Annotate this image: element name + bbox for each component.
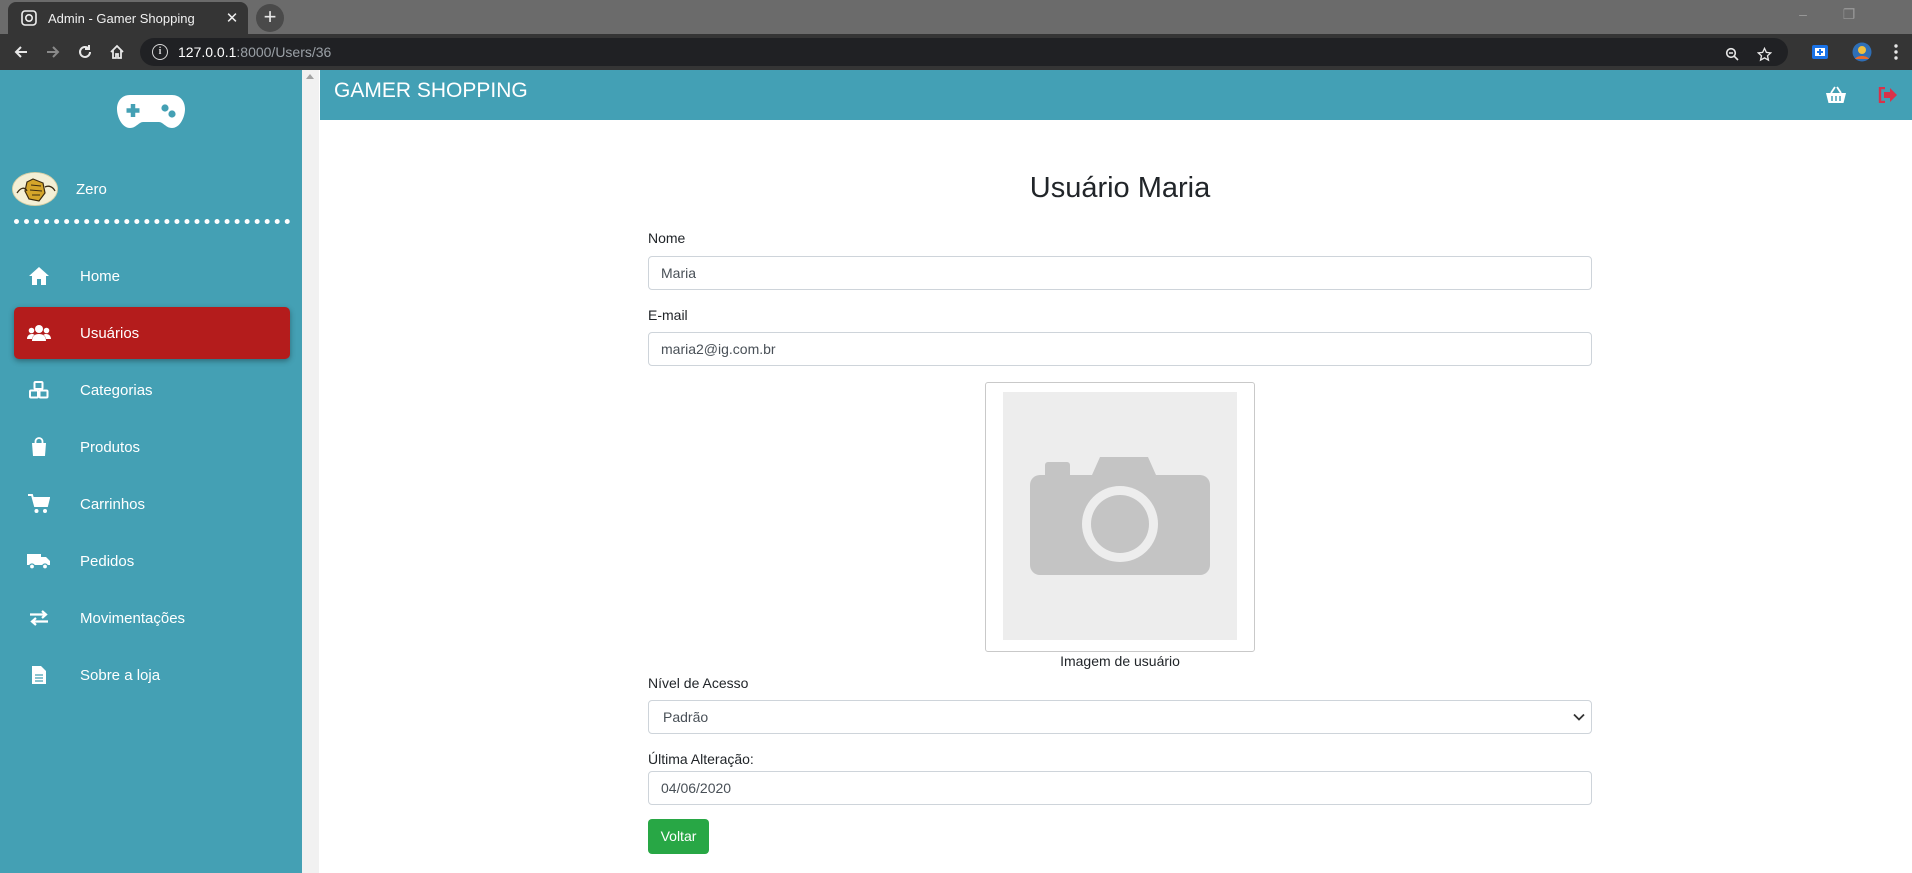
sidebar-item-label: Movimentações <box>80 609 186 627</box>
divider <box>14 219 290 224</box>
image-placeholder <box>1003 392 1237 640</box>
url-host: 127.0.0.1 <box>178 44 237 60</box>
shopping-bag-icon <box>26 436 52 458</box>
image-caption: Imagem de usuário <box>1060 653 1180 669</box>
browser-tab[interactable]: Admin - Gamer Shopping ✕ <box>8 2 248 34</box>
url-path: :8000/Users/36 <box>236 44 332 60</box>
sidebar-item-home[interactable]: Home <box>14 250 290 302</box>
profile-name: Zero <box>76 180 107 198</box>
name-field[interactable]: Maria <box>648 256 1592 290</box>
sidebar-item-label: Sobre a loja <box>80 666 161 684</box>
basket-icon[interactable] <box>1824 84 1848 106</box>
last-updated-label: Última Alteração: <box>648 751 754 767</box>
user-image-frame[interactable] <box>985 382 1255 652</box>
back-arrow-icon[interactable] <box>10 41 32 63</box>
users-icon <box>26 322 52 344</box>
browser-toolbar: i 127.0.0.1:8000/Users/36 <box>0 34 1912 70</box>
email-field[interactable]: maria2@ig.com.br <box>648 332 1592 366</box>
sidebar-item-sobre[interactable]: Sobre a loja <box>14 649 290 701</box>
sidebar-item-produtos[interactable]: Produtos <box>14 421 290 473</box>
exchange-icon <box>26 607 52 629</box>
email-label: E-mail <box>648 307 688 323</box>
chevron-down-icon <box>1573 701 1585 733</box>
sidebar-item-categorias[interactable]: Categorias <box>14 364 290 416</box>
tab-close-icon[interactable]: ✕ <box>222 9 242 27</box>
extension-icon[interactable] <box>1810 42 1830 62</box>
brand-title[interactable]: GAMER SHOPPING <box>334 79 528 103</box>
page-title: Usuário Maria <box>1029 172 1211 204</box>
sidebar-menu: Home Usuários Categorias Produtos Carrin… <box>14 250 290 706</box>
truck-icon <box>26 550 52 572</box>
forward-arrow-icon[interactable] <box>42 41 64 63</box>
gamepad-logo-icon[interactable] <box>116 92 186 135</box>
sidebar-item-label: Home <box>80 267 121 285</box>
sidebar-item-label: Categorias <box>80 381 153 399</box>
sidebar-item-carrinhos[interactable]: Carrinhos <box>14 478 290 530</box>
bookmark-star-icon[interactable] <box>1754 44 1774 64</box>
last-updated-field[interactable]: 04/06/2020 <box>648 771 1592 805</box>
boxes-icon <box>26 379 52 401</box>
avatar <box>12 172 58 206</box>
access-level-label: Nível de Acesso <box>648 675 749 691</box>
browser-tabstrip: Admin - Gamer Shopping ✕ + – ❐ <box>0 0 1912 34</box>
name-label: Nome <box>648 230 686 246</box>
sign-out-icon[interactable] <box>1876 84 1900 106</box>
main-content: Usuário Maria Nome Maria E-mail maria2@i… <box>320 120 1912 873</box>
sidebar-item-usuarios[interactable]: Usuários <box>14 307 290 359</box>
camera-icon <box>1030 457 1210 575</box>
access-level-select[interactable]: Padrão <box>648 700 1592 734</box>
sidebar: Zero Home Usuários Categorias Produtos C… <box>0 70 302 873</box>
sidebar-item-pedidos[interactable]: Pedidos <box>14 535 290 587</box>
home-browser-icon[interactable] <box>106 41 128 63</box>
sidebar-item-label: Pedidos <box>80 552 135 570</box>
user-profile[interactable]: Zero <box>12 172 107 206</box>
cart-icon <box>26 493 52 515</box>
profile-avatar-icon[interactable] <box>1852 42 1872 62</box>
top-header: GAMER SHOPPING <box>320 70 1912 120</box>
access-level-value: Padrão <box>663 709 709 725</box>
restore-button[interactable]: ❐ <box>1826 6 1872 23</box>
sidebar-item-label: Carrinhos <box>80 495 146 513</box>
address-bar[interactable]: i 127.0.0.1:8000/Users/36 <box>140 38 1788 66</box>
sidebar-item-movimentacoes[interactable]: Movimentações <box>14 592 290 644</box>
gamepad-favicon-icon <box>20 9 38 27</box>
home-icon <box>26 265 52 287</box>
file-icon <box>26 664 52 686</box>
zoom-icon[interactable] <box>1722 44 1742 64</box>
new-tab-button[interactable]: + <box>256 4 284 32</box>
minimize-button[interactable]: – <box>1780 6 1826 22</box>
sidebar-item-label: Produtos <box>80 438 141 456</box>
tab-title: Admin - Gamer Shopping <box>48 10 195 26</box>
reload-icon[interactable] <box>74 41 96 63</box>
back-button[interactable]: Voltar <box>648 819 709 854</box>
menu-kebab-icon[interactable] <box>1886 42 1906 62</box>
sidebar-scrollbar[interactable] <box>302 70 319 873</box>
sidebar-item-label: Usuários <box>80 324 140 342</box>
scroll-up-arrow-icon[interactable] <box>306 74 314 79</box>
url-text: 127.0.0.1:8000/Users/36 <box>178 44 331 60</box>
site-info-icon[interactable]: i <box>152 44 168 60</box>
